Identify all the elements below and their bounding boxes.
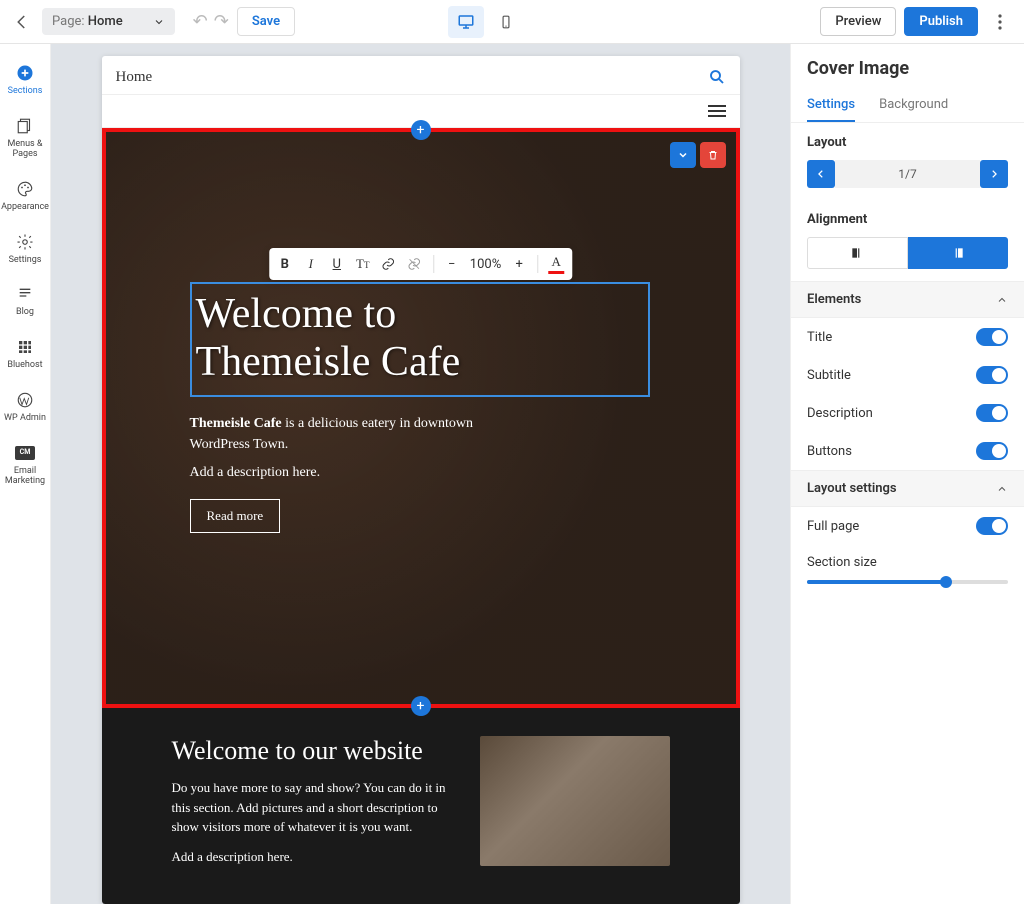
elements-header[interactable]: Elements <box>791 281 1024 318</box>
link-button[interactable] <box>381 257 397 271</box>
cover-title-line1: Welcome to <box>196 291 397 337</box>
chevron-up-icon <box>996 483 1008 495</box>
toggle-title[interactable] <box>976 328 1008 346</box>
sidebar-item-email[interactable]: CM Email Marketing <box>0 438 50 491</box>
page-value: Home <box>88 14 123 29</box>
sidebar-item-sections[interactable]: Sections <box>0 58 50 101</box>
cover-title-line2: Themeisle Cafe <box>196 339 461 385</box>
alignment-label: Alignment <box>807 212 1008 227</box>
align-right-button[interactable] <box>807 237 908 269</box>
layout-counter: 1/7 <box>835 160 980 188</box>
grid-icon <box>14 336 36 358</box>
properties-panel: Cover Image Settings Background Layout 1… <box>790 44 1024 904</box>
page-label: Page: <box>52 14 85 29</box>
frame-title: Home <box>116 69 153 86</box>
second-text: Do you have more to say and show? You ca… <box>172 778 460 837</box>
chevron-up-icon <box>996 294 1008 306</box>
sidebar-item-bluehost[interactable]: Bluehost <box>0 332 50 375</box>
layout-next-button[interactable] <box>980 160 1008 188</box>
delete-section-button[interactable] <box>700 142 726 168</box>
toggle-title-label: Title <box>807 330 832 345</box>
cover-description[interactable]: Add a description here. <box>190 465 652 481</box>
zoom-in-button[interactable]: + <box>511 257 527 272</box>
tab-settings[interactable]: Settings <box>807 89 855 122</box>
desktop-view-button[interactable] <box>448 6 484 38</box>
sidebar-item-blog[interactable]: Blog <box>0 279 50 322</box>
second-section[interactable]: Welcome to our website Do you have more … <box>102 708 740 904</box>
search-icon[interactable] <box>708 68 726 86</box>
sidebar-item-menus[interactable]: Menus & Pages <box>0 111 50 164</box>
canvas-frame: Home + + <box>102 56 740 904</box>
left-sidebar: Sections Menus & Pages Appearance Settin… <box>0 44 51 904</box>
toggle-subtitle-label: Subtitle <box>807 368 851 383</box>
cover-subtitle[interactable]: Themeisle Cafe is a delicious eatery in … <box>190 413 530 455</box>
blog-icon <box>14 283 36 305</box>
unlink-button[interactable] <box>407 257 423 271</box>
wordpress-icon <box>14 389 36 411</box>
panel-title: Cover Image <box>791 58 1024 89</box>
section-size-slider[interactable] <box>807 580 1008 584</box>
mobile-view-button[interactable] <box>488 6 524 38</box>
layout-label: Layout <box>807 135 1008 150</box>
align-left-button[interactable] <box>908 237 1009 269</box>
toggle-description-label: Description <box>807 406 873 421</box>
bold-button[interactable]: B <box>277 257 293 272</box>
layout-settings-header[interactable]: Layout settings <box>791 470 1024 507</box>
text-size-button[interactable]: TT <box>355 256 371 272</box>
cover-section[interactable]: + + B I U TT <box>102 128 740 708</box>
text-toolbar: B I U TT − 100% + A <box>269 248 572 280</box>
publish-button[interactable]: Publish <box>904 7 978 36</box>
toggle-full-page[interactable] <box>976 517 1008 535</box>
text-color-button[interactable]: A <box>548 254 564 274</box>
second-image[interactable] <box>480 736 670 866</box>
second-title: Welcome to our website <box>172 736 460 766</box>
page-select[interactable]: Page: Home <box>42 8 175 35</box>
toggle-buttons[interactable] <box>976 442 1008 460</box>
underline-button[interactable]: U <box>329 257 345 272</box>
palette-icon <box>14 178 36 200</box>
section-size-label: Section size <box>807 555 877 570</box>
add-section-top[interactable]: + <box>411 120 431 140</box>
second-desc: Add a description here. <box>172 847 460 867</box>
sidebar-item-settings[interactable]: Settings <box>0 227 50 270</box>
undo-button[interactable]: ↶ <box>193 11 208 32</box>
add-section-bottom[interactable]: + <box>411 696 431 716</box>
toggle-description[interactable] <box>976 404 1008 422</box>
back-button[interactable] <box>10 10 34 34</box>
zoom-value: 100% <box>470 257 501 272</box>
cover-readmore-button[interactable]: Read more <box>190 499 281 533</box>
gear-icon <box>14 231 36 253</box>
pages-icon <box>14 115 36 137</box>
plus-circle-icon <box>14 62 36 84</box>
save-button[interactable]: Save <box>237 7 295 36</box>
redo-button[interactable]: ↷ <box>214 11 229 32</box>
italic-button[interactable]: I <box>303 256 319 272</box>
full-page-label: Full page <box>807 519 859 534</box>
zoom-out-button[interactable]: − <box>444 257 460 272</box>
sidebar-item-appearance[interactable]: Appearance <box>0 174 50 217</box>
section-collapse-button[interactable] <box>670 142 696 168</box>
tab-background[interactable]: Background <box>879 89 948 122</box>
sidebar-item-wpadmin[interactable]: WP Admin <box>0 385 50 428</box>
more-menu-button[interactable] <box>986 8 1014 36</box>
title-edit-box[interactable]: Welcome to Themeisle Cafe <box>190 282 650 397</box>
cm-badge-icon: CM <box>14 442 36 464</box>
toggle-subtitle[interactable] <box>976 366 1008 384</box>
canvas-area: Home + + <box>51 44 790 904</box>
hamburger-icon[interactable] <box>708 105 726 117</box>
layout-prev-button[interactable] <box>807 160 835 188</box>
toggle-buttons-label: Buttons <box>807 444 852 459</box>
preview-button[interactable]: Preview <box>820 7 896 36</box>
